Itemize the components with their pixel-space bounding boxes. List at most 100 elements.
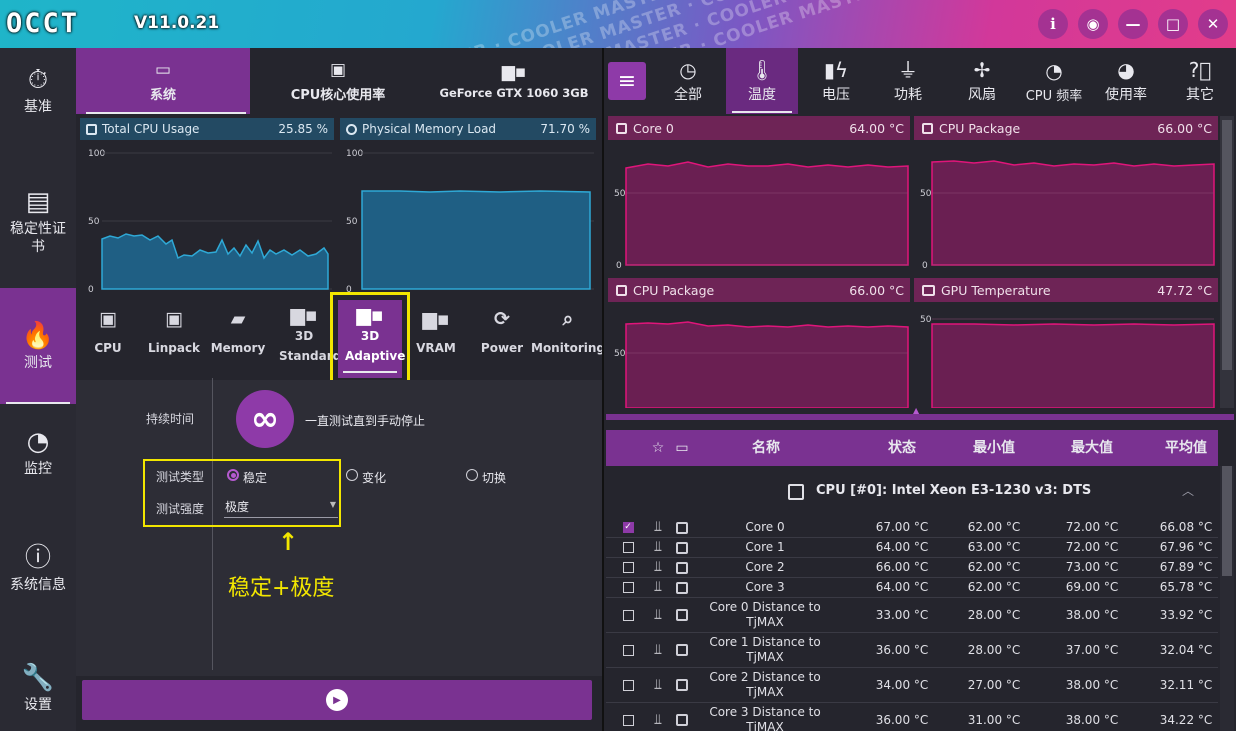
monitor-toggle-icon[interactable] xyxy=(674,598,690,632)
minimize-button[interactable]: — xyxy=(1118,9,1148,39)
close-button[interactable]: ✕ xyxy=(1198,9,1228,39)
checkbox-icon xyxy=(922,122,933,134)
splitter-arrow-icon: ▲ xyxy=(913,406,920,415)
nav-item-monitor[interactable]: ◔ 监控 xyxy=(0,426,76,478)
svg-text:100: 100 xyxy=(346,149,363,159)
table-row[interactable]: ✓ ⫫ Core 0 67.00 °C 62.00 °C 72.00 °C 66.08 °C xyxy=(606,518,1218,538)
nav-item-benchmark[interactable]: ⏱ 基准 xyxy=(0,64,76,116)
monitor-toggle-icon[interactable] xyxy=(674,633,690,667)
temp-graph: 50 xyxy=(920,315,1215,409)
tab-power[interactable]: ⏚ 功耗 xyxy=(872,48,944,114)
dial-icon: ◕ xyxy=(1117,58,1135,82)
svg-text:50: 50 xyxy=(614,349,626,359)
radio-switch[interactable] xyxy=(466,469,478,481)
row-name: Core 0 xyxy=(745,520,785,534)
tab-cpu-core-usage[interactable]: ▣ CPU核心使用率 xyxy=(250,48,426,114)
duration-label: 持续时间 xyxy=(146,412,195,426)
test-tab-3d-standard[interactable]: ▆▪ 3D Standard xyxy=(272,300,341,378)
tab-other[interactable]: ?⃝ 其它 xyxy=(1164,48,1236,114)
close-icon: ✕ xyxy=(1206,15,1220,33)
test-tab-cpu[interactable]: ▣ CPU xyxy=(76,300,140,378)
chevron-up-icon: ︿ xyxy=(1182,484,1195,498)
nav-item-certificate[interactable]: ▤ 稳定性证书 xyxy=(0,186,76,256)
test-tab-power[interactable]: ⟳ Power xyxy=(470,300,534,378)
col-avg[interactable]: 平均值 xyxy=(1136,430,1236,466)
row-min: 28.00 °C xyxy=(967,642,1021,657)
table-row[interactable]: ⫫ Core 1 Distance to TjMAX 36.00 °C 28.00 °… xyxy=(606,633,1218,668)
row-checkbox[interactable]: ✓ xyxy=(620,518,636,537)
chart-core0: Core 0 64.00 °C 50 0 xyxy=(608,116,910,274)
monitor-toggle-icon[interactable] xyxy=(674,518,690,537)
screenshot-button[interactable]: ◉ xyxy=(1078,9,1108,39)
group-row[interactable]: CPU [#0]: Intel Xeon E3-1230 v3: DTS ︿ xyxy=(606,466,1218,516)
row-checkbox[interactable] xyxy=(620,558,636,577)
tab-system[interactable]: ▭ 系统 xyxy=(76,48,250,114)
row-checkbox[interactable] xyxy=(620,598,636,632)
tab-gpu[interactable]: ▆▪ GeForce GTX 1060 3GB xyxy=(426,48,602,114)
tab-voltage[interactable]: ▮ϟ 电压 xyxy=(800,48,872,114)
table-row[interactable]: ⫫ Core 0 Distance to TjMAX 33.00 °C 28.00 °… xyxy=(606,598,1218,633)
col-min[interactable]: 最小值 xyxy=(944,430,1044,466)
star-icon[interactable]: ☆ xyxy=(646,430,670,466)
svg-text:50: 50 xyxy=(920,315,932,325)
svg-text:0: 0 xyxy=(88,285,94,295)
table-row[interactable]: ⫫ Core 3 64.00 °C 62.00 °C 69.00 °C 65.78 °C xyxy=(606,578,1218,598)
monitor-toggle-icon[interactable] xyxy=(674,538,690,557)
test-tab-linpack[interactable]: ▣ Linpack xyxy=(142,300,206,378)
tab-active-underline xyxy=(86,112,246,114)
col-status[interactable]: 状态 xyxy=(852,430,952,466)
chart-header: Total CPU Usage 25.85 % xyxy=(80,118,334,140)
test-tab-memory[interactable]: ▰ Memory xyxy=(206,300,270,378)
monitor-toggle-icon[interactable] xyxy=(674,668,690,702)
row-checkbox[interactable] xyxy=(620,668,636,702)
start-button[interactable]: ▶ xyxy=(82,680,592,720)
charts-scrollbar[interactable] xyxy=(1220,116,1234,408)
monitor-icon[interactable]: ▭ xyxy=(670,430,694,466)
table-row[interactable]: ⫫ Core 2 Distance to TjMAX 34.00 °C 27.00 °… xyxy=(606,668,1218,703)
checkbox-icon xyxy=(86,123,97,135)
table-row[interactable]: ⫫ Core 1 64.00 °C 63.00 °C 72.00 °C 67.96 °C xyxy=(606,538,1218,558)
monitor-toggle-icon[interactable] xyxy=(674,558,690,577)
tab-usage[interactable]: ◕ 使用率 xyxy=(1090,48,1162,114)
row-status: 67.00 °C xyxy=(875,520,929,534)
row-min: 62.00 °C xyxy=(967,520,1021,534)
row-checkbox[interactable] xyxy=(620,633,636,667)
tab-fan[interactable]: ✢ 风扇 xyxy=(946,48,1018,114)
app-logo: OCCT xyxy=(6,8,80,39)
stopwatch-icon: ⏱ xyxy=(27,65,49,95)
infinity-button[interactable]: ∞ xyxy=(236,390,294,448)
maximize-button[interactable]: □ xyxy=(1158,9,1188,39)
radio-variable[interactable] xyxy=(346,469,358,481)
row-checkbox[interactable] xyxy=(620,578,636,597)
monitor-toggle-icon[interactable] xyxy=(674,703,690,731)
tab-all[interactable]: ◷ 全部 xyxy=(652,48,724,114)
test-tab-monitoring[interactable]: ⌕ Monitoring xyxy=(531,300,605,378)
splitter-handle[interactable] xyxy=(606,414,1234,420)
tab-temperature[interactable]: 🌡 温度 xyxy=(726,48,798,114)
row-checkbox[interactable] xyxy=(620,538,636,557)
hamburger-menu-button[interactable]: ≡ xyxy=(608,62,646,100)
test-tab-vram[interactable]: ▆▪ VRAM xyxy=(404,300,468,378)
row-max: 72.00 °C xyxy=(1065,540,1119,554)
monitor-toggle-icon[interactable] xyxy=(674,578,690,597)
row-avg: 65.78 °C xyxy=(1159,580,1213,594)
nav-item-settings[interactable]: 🔧 设置 xyxy=(0,662,76,714)
nav-item-sysinfo[interactable]: ⓘ 系统信息 xyxy=(0,542,76,594)
table-row[interactable]: ⫫ Core 3 Distance to TjMAX 36.00 °C 31.00 °… xyxy=(606,703,1218,731)
row-status: 64.00 °C xyxy=(875,540,929,554)
table-scrollbar[interactable] xyxy=(1220,466,1234,731)
row-avg: 32.04 °C xyxy=(1159,642,1213,657)
table-row[interactable]: ⫫ Core 2 66.00 °C 62.00 °C 73.00 °C 67.89 °C xyxy=(606,558,1218,578)
nav-item-test[interactable]: 🔥 测试 xyxy=(0,288,76,404)
info-button[interactable]: i xyxy=(1038,9,1068,39)
help-icon xyxy=(346,123,357,135)
row-checkbox[interactable] xyxy=(620,703,636,731)
row-min: 62.00 °C xyxy=(967,560,1021,574)
tab-cpu-freq[interactable]: ◔ CPU 频率 xyxy=(1018,48,1090,114)
thermometer-icon: ⫫ xyxy=(654,711,662,728)
gpu-card-icon: ▆▪ xyxy=(501,62,527,82)
row-min: 31.00 °C xyxy=(967,712,1021,727)
cpu-chip-icon: ▣ xyxy=(165,308,183,330)
col-name[interactable]: 名称 xyxy=(716,430,816,466)
col-max[interactable]: 最大值 xyxy=(1042,430,1142,466)
